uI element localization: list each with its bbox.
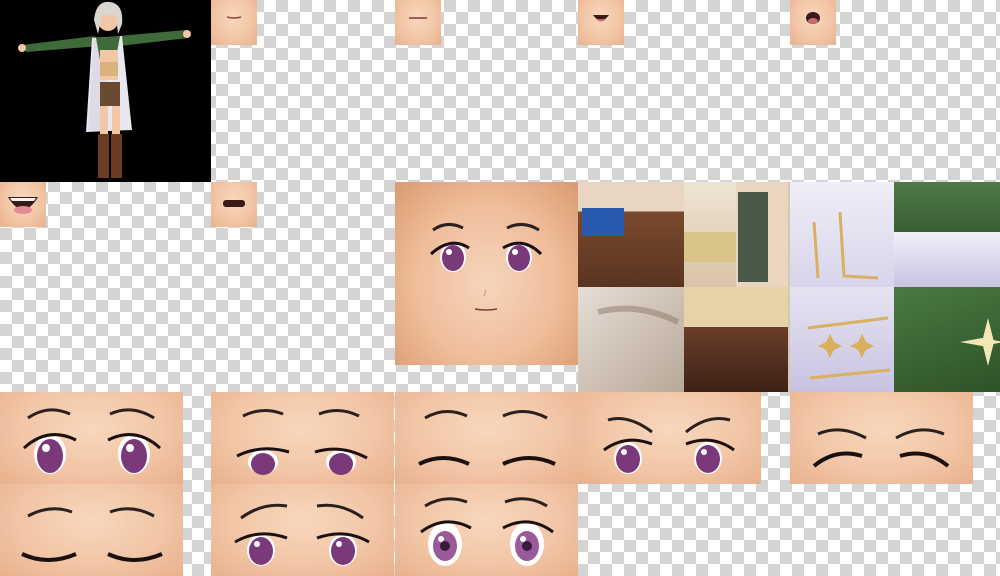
mouth-open-small [578, 0, 624, 45]
eyes-angry [578, 392, 761, 484]
eyes-open-half [211, 392, 394, 484]
mouth-open-round [790, 0, 836, 45]
eyes-surprised [395, 484, 578, 576]
clothing-texture-atlas [578, 182, 1000, 392]
mouth-open-wide [0, 182, 46, 227]
mouth-neutral-flat [395, 0, 441, 45]
character-tpose-icon [18, 1, 191, 178]
character-preview [0, 0, 211, 182]
face-base-texture [395, 182, 578, 365]
eyes-closed-squint [790, 392, 973, 484]
eyes-open-neutral [0, 392, 183, 484]
mouth-closed-dark [211, 182, 257, 227]
mouth-neutral-small [211, 0, 257, 45]
eyes-closed-happy [395, 392, 578, 484]
eyes-sad-worried [211, 484, 394, 576]
eyes-closed-peaceful [0, 484, 183, 576]
